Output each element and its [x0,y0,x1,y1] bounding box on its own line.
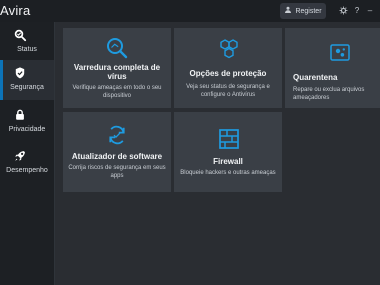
user-icon [284,6,292,16]
main-content: Varredura completa de vírus Verifique am… [55,22,380,285]
card-title: Opções de proteção [189,69,267,78]
hexagon-icon [217,38,241,62]
search-icon [105,36,129,60]
card-title: Firewall [213,157,243,166]
sidebar-item-seguranca[interactable]: Segurança [0,60,54,100]
shield-icon [13,66,27,80]
help-icon[interactable]: ? [351,4,363,16]
firewall-icon [217,127,241,151]
card-title: Atualizador de software [71,152,163,161]
quarantine-icon [328,40,352,64]
top-bar: Avira Register ? – [0,0,380,22]
card-description: Repare ou exclua arquivos ameaçadores [293,87,365,102]
rocket-icon [13,149,27,163]
card-description: Bloqueie hackers e outras ameaças [180,170,276,176]
gear-icon[interactable] [337,4,349,16]
sidebar-item-label: Desempenho [6,167,48,174]
card-title: Varredura completa de vírus [73,63,161,82]
card-full-scan[interactable]: Varredura completa de vírus Verifique am… [63,28,171,108]
card-quarantine[interactable]: Quarentena Repare ou exclua arquivos ame… [285,28,380,108]
card-title: Quarentena [293,73,338,82]
register-label: Register [295,7,322,15]
card-firewall[interactable]: Firewall Bloqueie hackers e outras ameaç… [174,112,282,192]
sidebar: Status Segurança Privacidade Desempenho [0,22,55,285]
card-description: Veja seu status de segurança e configure… [186,84,270,99]
sidebar-item-label: Segurança [10,84,44,91]
sidebar-item-label: Privacidade [8,126,46,133]
register-button[interactable]: Register [280,3,326,19]
sidebar-item-privacidade[interactable]: Privacidade [0,102,54,142]
lock-icon [13,108,27,122]
card-description: Verifique ameaças em todo o seu disposit… [72,85,162,100]
refresh-icon [105,123,129,147]
card-software-updater[interactable]: Atualizador de software Corrija riscos d… [63,112,171,192]
status-icon [13,28,27,42]
app-title: Avira [0,3,31,18]
sidebar-item-status[interactable]: Status [0,22,54,62]
sidebar-item-label: Status [17,46,37,53]
app-window: Avira Register ? – Status Segurança Priv… [0,0,380,285]
minimize-icon[interactable]: – [364,4,376,16]
card-description: Corrija riscos de segurança em seus apps [68,165,166,180]
sidebar-item-desempenho[interactable]: Desempenho [0,143,54,183]
card-protection-options[interactable]: Opções de proteção Veja seu status de se… [174,28,282,108]
